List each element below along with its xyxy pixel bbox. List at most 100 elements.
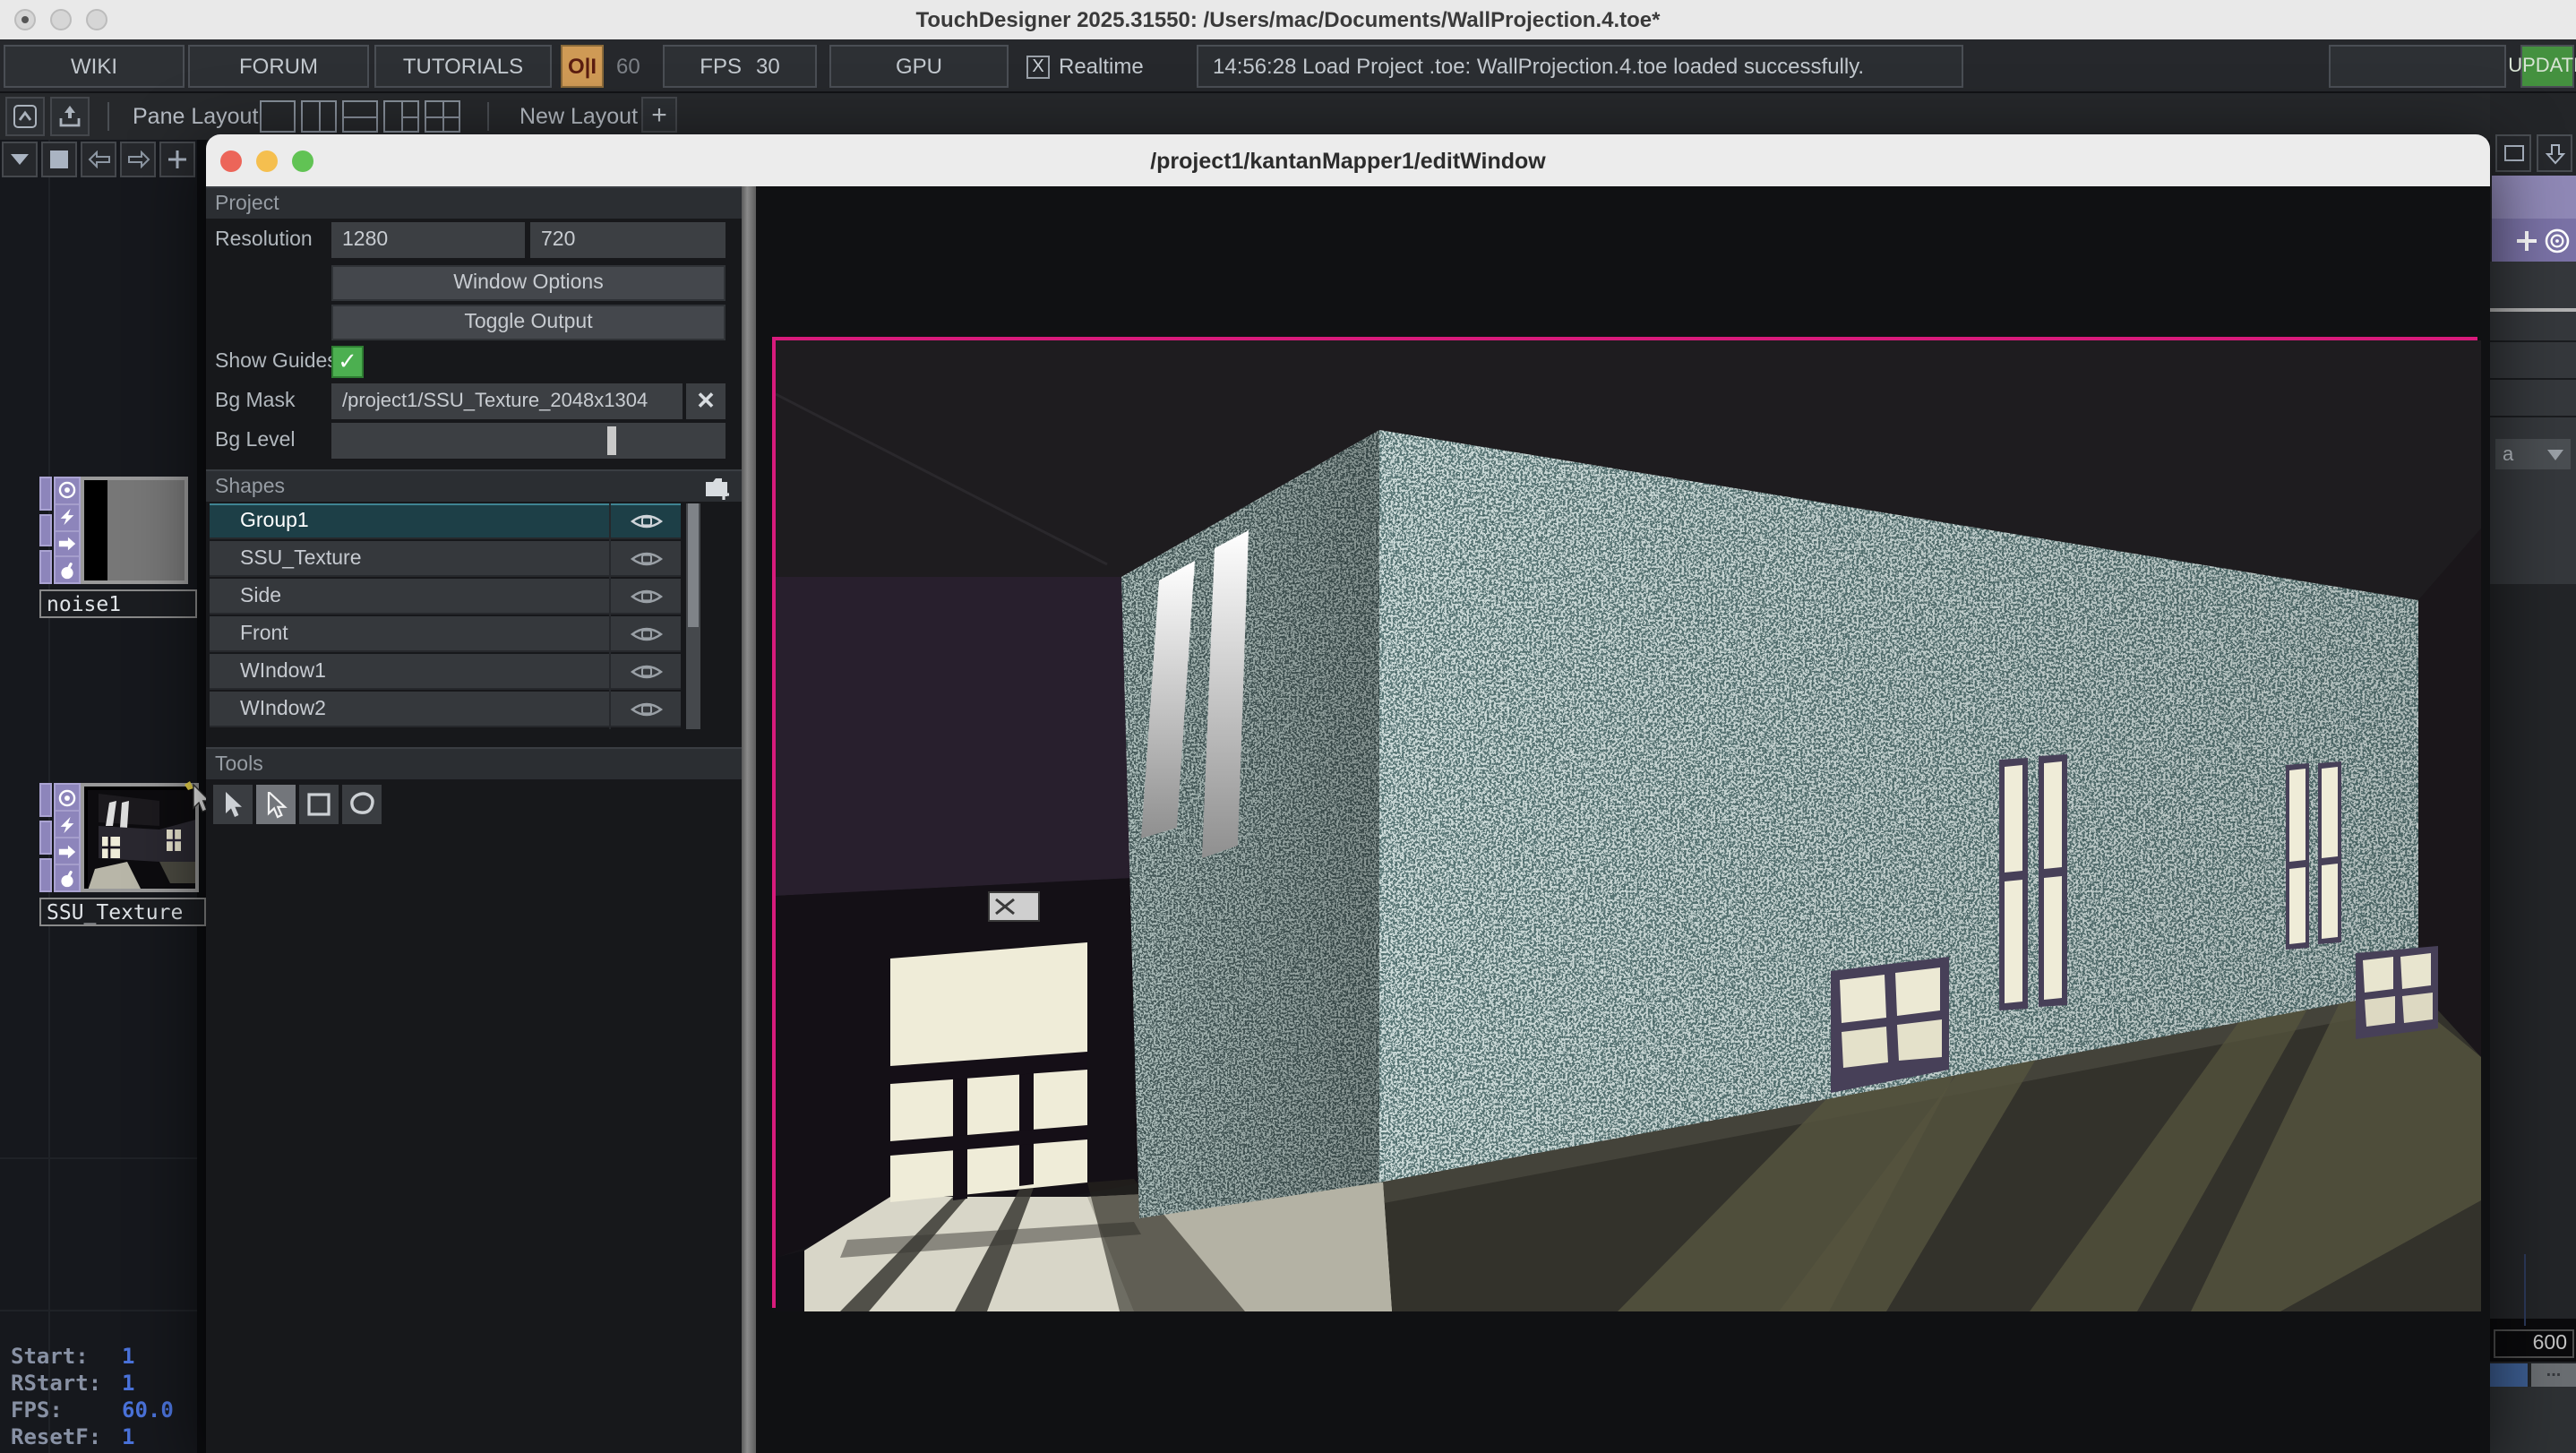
slider-handle[interactable]	[607, 426, 616, 455]
pane-preset-vsplit[interactable]	[301, 100, 337, 133]
pane-preset-three[interactable]	[383, 100, 419, 133]
freeform-tool-icon	[348, 792, 375, 817]
dropdown-value: a	[2503, 443, 2513, 465]
chevron-down-icon[interactable]	[2, 142, 38, 177]
realtime-toggle[interactable]: X Realtime	[1026, 45, 1144, 88]
parameter-dropdown[interactable]: a	[2495, 439, 2571, 469]
rectangle-tool-button[interactable]	[299, 785, 339, 824]
stop-icon[interactable]	[41, 142, 77, 177]
network-grid-line	[0, 1157, 206, 1159]
playback-stats: Start:1 RStart:1 FPS:60.0 ResetF:1	[11, 1344, 174, 1451]
collapse-icon[interactable]	[5, 97, 45, 136]
eye-icon[interactable]	[631, 586, 663, 607]
eye-icon[interactable]	[631, 661, 663, 683]
oi-toggle[interactable]: O|I	[561, 45, 604, 88]
node-flags[interactable]	[54, 783, 81, 892]
add-group-icon[interactable]	[704, 477, 731, 500]
mapping-canvas[interactable]	[756, 186, 2490, 1453]
timeline-end-field[interactable]: 600	[2494, 1329, 2574, 1358]
viewer-flag-icon[interactable]	[56, 785, 79, 812]
tutorials-button[interactable]: TUTORIALS	[374, 45, 552, 88]
viewer-flag-icon[interactable]	[56, 478, 79, 505]
fps-label: FPS	[700, 54, 742, 79]
project-section-header: Project	[206, 186, 742, 219]
stat-label: FPS:	[11, 1397, 122, 1424]
pane-layout-label: Pane Layout	[133, 93, 258, 140]
direct-select-tool-icon	[263, 791, 288, 818]
show-guides-label: Show Guides	[215, 344, 338, 380]
direct-select-tool-button[interactable]	[256, 785, 296, 824]
resolution-width-field[interactable]: 1280	[331, 222, 525, 258]
freeform-tool-button[interactable]	[342, 785, 382, 824]
more-button[interactable]: ...	[2531, 1363, 2576, 1387]
plus-icon[interactable]	[2515, 228, 2538, 252]
node-name-ssu[interactable]: SSU_Texture	[39, 898, 206, 926]
pane-preset-grid[interactable]	[425, 100, 460, 133]
node-flags[interactable]	[54, 477, 81, 584]
target-icon[interactable]	[2544, 227, 2571, 254]
lock-flag-icon[interactable]	[56, 865, 79, 890]
fps-button[interactable]: FPS 30	[663, 45, 817, 88]
render-flag-icon[interactable]	[56, 812, 79, 838]
export-layout-icon[interactable]	[50, 97, 90, 136]
fps-value: 30	[756, 54, 780, 79]
update-button[interactable]: UPDATE	[2520, 45, 2574, 88]
projection-output-frame[interactable]	[772, 337, 2477, 1308]
shapes-header-label: Shapes	[215, 476, 285, 497]
node-thumbnail-building[interactable]	[81, 783, 199, 892]
resolution-height-field[interactable]: 720	[530, 222, 726, 258]
eye-icon[interactable]	[631, 623, 663, 645]
macos-menu-bar: TouchDesigner 2025.31550: /Users/mac/Doc…	[0, 0, 2576, 39]
shapes-scrollbar[interactable]	[686, 503, 700, 729]
eye-icon[interactable]	[631, 548, 663, 570]
window-titlebar[interactable]: /project1/kantanMapper1/editWindow	[206, 134, 2490, 186]
rectangle-tool-icon	[306, 792, 331, 817]
render-flag-icon[interactable]	[56, 505, 79, 532]
node-ssu-texture[interactable]	[39, 783, 199, 892]
add-icon[interactable]	[159, 142, 195, 177]
oi-value: 60	[616, 45, 640, 88]
export-flag-icon[interactable]	[56, 531, 79, 558]
status-message: 14:56:28 Load Project .toe: WallProjecti…	[1197, 45, 1963, 88]
new-layout-label: New Layout	[519, 93, 638, 140]
window-options-button[interactable]: Window Options	[331, 265, 726, 301]
eye-icon[interactable]	[631, 511, 663, 532]
dock-down-icon[interactable]	[2537, 134, 2572, 172]
clear-bg-mask-button[interactable]: ✕	[686, 383, 726, 419]
stat-value: 1	[122, 1344, 134, 1371]
node-thumbnail-noise[interactable]	[81, 477, 188, 584]
bg-level-label: Bg Level	[215, 423, 296, 459]
wiki-button[interactable]: WIKI	[4, 45, 185, 88]
bg-mask-label: Bg Mask	[215, 383, 296, 419]
show-guides-checkbox[interactable]: ✓	[331, 346, 364, 378]
pane-preset-single[interactable]	[260, 100, 296, 133]
export-flag-icon[interactable]	[56, 838, 79, 865]
timeline-scroll-handle[interactable]	[2490, 1363, 2528, 1387]
bg-mask-field[interactable]: /project1/SSU_Texture_2048x1304	[331, 383, 683, 419]
forward-arrow-icon[interactable]	[120, 142, 156, 177]
window-maximize-icon[interactable]	[2495, 134, 2531, 172]
realtime-checkbox[interactable]: X	[1026, 55, 1050, 78]
bg-level-slider[interactable]	[331, 423, 726, 459]
shapes-section-header: Shapes	[206, 469, 742, 502]
parameter-header	[2492, 176, 2576, 219]
new-layout-add-button[interactable]: +	[641, 97, 677, 133]
window-title: /project1/kantanMapper1/editWindow	[206, 148, 2490, 173]
stat-value: 1	[122, 1371, 134, 1397]
pane-preset-hsplit[interactable]	[342, 100, 378, 133]
lock-flag-icon[interactable]	[56, 558, 79, 583]
lit-door	[890, 942, 1087, 1202]
eye-icon[interactable]	[631, 699, 663, 720]
node-name-noise1[interactable]: noise1	[39, 589, 197, 618]
node-noise1[interactable]	[39, 477, 188, 584]
td-menu-bar: WIKI FORUM TUTORIALS O|I 60 FPS 30 GPU X…	[0, 39, 2576, 93]
empty-slot	[2329, 45, 2506, 88]
back-arrow-icon[interactable]	[81, 142, 116, 177]
gpu-button[interactable]: GPU	[829, 45, 1009, 88]
select-tool-button[interactable]	[213, 785, 253, 824]
toggle-output-button[interactable]: Toggle Output	[331, 305, 726, 340]
panel-splitter[interactable]	[742, 186, 756, 1453]
timeline-footer	[2490, 1387, 2576, 1453]
forum-button[interactable]: FORUM	[188, 45, 369, 88]
realtime-label: Realtime	[1059, 54, 1144, 79]
